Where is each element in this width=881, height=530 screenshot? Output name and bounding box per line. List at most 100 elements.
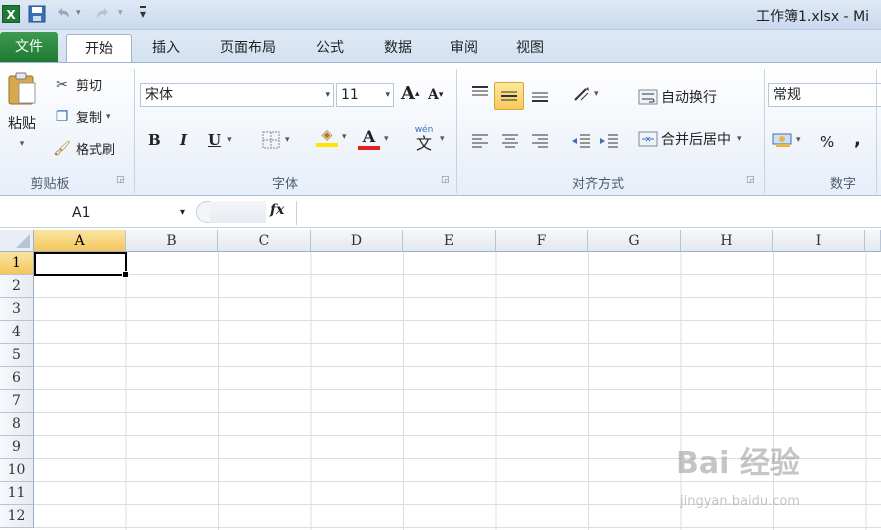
merge-center-button[interactable]: 合并后居中 ▾ xyxy=(638,129,742,149)
row-header[interactable]: 4 xyxy=(0,321,34,344)
insert-function-icon[interactable]: fx xyxy=(270,202,284,218)
decrease-font-size-button[interactable]: A ▾ xyxy=(428,87,443,103)
accounting-dropdown-icon[interactable]: ▾ xyxy=(796,135,801,145)
bold-button[interactable]: B xyxy=(148,131,161,149)
align-middle-icon[interactable] xyxy=(494,82,524,110)
name-box[interactable]: A1 ▾ xyxy=(2,201,192,225)
align-top-icon[interactable] xyxy=(470,85,490,101)
tab-home[interactable]: 开始 xyxy=(66,34,132,62)
row-header[interactable]: 6 xyxy=(0,367,34,390)
row-header[interactable]: 1 xyxy=(0,252,34,275)
increase-indent-icon[interactable] xyxy=(598,133,620,149)
redo-icon[interactable] xyxy=(94,5,112,27)
font-color-button[interactable]: A ▾ xyxy=(358,127,389,150)
format-painter-button[interactable]: 🖌 格式刷 xyxy=(52,139,115,159)
tab-review[interactable]: 审阅 xyxy=(436,34,492,62)
phonetic-dropdown-icon[interactable]: ▾ xyxy=(440,134,445,144)
active-cell-a1[interactable] xyxy=(34,252,129,278)
number-group-label: 数字 xyxy=(829,177,856,192)
borders-dropdown-icon[interactable]: ▾ xyxy=(285,135,290,145)
chevron-down-icon[interactable]: ▾ xyxy=(325,84,330,106)
row-header[interactable]: 12 xyxy=(0,505,34,528)
row-header[interactable]: 10 xyxy=(0,459,34,482)
comma-style-button[interactable]: , xyxy=(854,129,861,150)
font-group-label: 字体 xyxy=(271,177,298,192)
merge-dropdown-icon[interactable]: ▾ xyxy=(737,134,742,144)
column-header[interactable]: C xyxy=(218,230,311,252)
worksheet-grid: A B C D E F G H I 1 2 3 4 5 6 7 8 9 10 1… xyxy=(0,230,881,530)
cut-button[interactable]: ✂ 剪切 xyxy=(52,75,102,95)
fill-color-button[interactable]: ◈ ▾ xyxy=(316,127,347,147)
orientation-dropdown-icon[interactable]: ▾ xyxy=(594,89,599,99)
fill-color-dropdown-icon[interactable]: ▾ xyxy=(342,132,347,142)
undo-dropdown[interactable]: ▾ xyxy=(76,8,81,18)
chevron-down-icon[interactable]: ▾ xyxy=(385,84,390,106)
clipboard-launcher-icon[interactable]: ◲ xyxy=(116,175,125,185)
underline-button[interactable]: U ▾ xyxy=(208,131,232,149)
font-launcher-icon[interactable]: ◲ xyxy=(441,175,450,185)
cell-area[interactable] xyxy=(34,252,881,530)
clipboard-icon xyxy=(8,72,36,105)
italic-button[interactable]: I xyxy=(180,131,187,149)
column-header[interactable]: D xyxy=(311,230,403,252)
borders-button[interactable]: ▾ xyxy=(262,131,290,149)
row-header[interactable]: 11 xyxy=(0,482,34,505)
column-header[interactable] xyxy=(865,230,881,252)
column-header[interactable]: A xyxy=(34,230,126,252)
tab-page-layout[interactable]: 页面布局 xyxy=(206,34,290,62)
tab-view[interactable]: 视图 xyxy=(502,34,558,62)
align-center-icon[interactable] xyxy=(500,133,520,149)
formula-bar-resize-handle[interactable] xyxy=(196,201,210,223)
font-name-combo[interactable]: 宋体 ▾ xyxy=(140,83,334,107)
merge-cells-icon xyxy=(638,131,658,147)
phonetic-guide-button[interactable]: wén 文 ▾ xyxy=(412,125,445,152)
copy-button[interactable]: ❐ 复制 ▾ xyxy=(52,107,111,127)
tab-formulas[interactable]: 公式 xyxy=(302,34,358,62)
row-header[interactable]: 2 xyxy=(0,275,34,298)
increase-font-size-button[interactable]: A ▴ xyxy=(401,83,420,104)
tab-file[interactable]: 文件 xyxy=(0,32,58,62)
column-header[interactable]: B xyxy=(126,230,218,252)
font-color-dropdown-icon[interactable]: ▾ xyxy=(384,134,389,144)
number-format-combo[interactable]: 常规 xyxy=(768,83,881,107)
font-size-value: 11 xyxy=(341,87,359,103)
wrap-text-button[interactable]: 自动换行 xyxy=(638,87,717,107)
customize-quick-access-icon[interactable]: ▾ xyxy=(140,6,147,20)
column-header[interactable]: H xyxy=(681,230,773,252)
align-right-icon[interactable] xyxy=(530,133,550,149)
percent-style-button[interactable]: % xyxy=(820,133,834,151)
accounting-format-button[interactable]: ▾ xyxy=(772,131,801,149)
tab-data[interactable]: 数据 xyxy=(370,34,426,62)
decrease-indent-icon[interactable] xyxy=(570,133,592,149)
row-header[interactable]: 8 xyxy=(0,413,34,436)
chevron-down-icon[interactable]: ▾ xyxy=(180,201,185,225)
orientation-button[interactable]: ▾ xyxy=(572,85,599,103)
column-header[interactable]: E xyxy=(403,230,496,252)
font-size-combo[interactable]: 11 ▾ xyxy=(336,83,394,107)
row-header[interactable]: 3 xyxy=(0,298,34,321)
tab-insert[interactable]: 插入 xyxy=(138,34,194,62)
alignment-launcher-icon[interactable]: ◲ xyxy=(746,175,755,185)
excel-app-icon[interactable]: X xyxy=(2,5,20,23)
align-bottom-icon[interactable] xyxy=(530,87,550,103)
column-header[interactable]: F xyxy=(496,230,588,252)
copy-dropdown-icon[interactable]: ▾ xyxy=(106,112,111,122)
row-header[interactable]: 9 xyxy=(0,436,34,459)
redo-dropdown[interactable]: ▾ xyxy=(118,8,123,18)
underline-dropdown-icon[interactable]: ▾ xyxy=(227,135,232,145)
group-separator xyxy=(456,69,457,193)
row-header[interactable]: 7 xyxy=(0,390,34,413)
align-left-icon[interactable] xyxy=(470,133,490,149)
paste-dropdown-icon[interactable]: ▾ xyxy=(20,139,25,149)
row-header[interactable]: 5 xyxy=(0,344,34,367)
font-name-value: 宋体 xyxy=(145,87,173,103)
undo-icon[interactable] xyxy=(54,5,72,27)
save-icon[interactable] xyxy=(28,5,46,27)
font-color-icon: A xyxy=(358,127,380,150)
formula-input[interactable] xyxy=(296,201,881,225)
paste-button[interactable]: 粘贴 ▾ xyxy=(4,71,40,149)
formula-bar: A1 ▾ fx xyxy=(0,198,881,228)
select-all-button[interactable] xyxy=(0,230,34,252)
column-header[interactable]: I xyxy=(773,230,865,252)
column-header[interactable]: G xyxy=(588,230,681,252)
